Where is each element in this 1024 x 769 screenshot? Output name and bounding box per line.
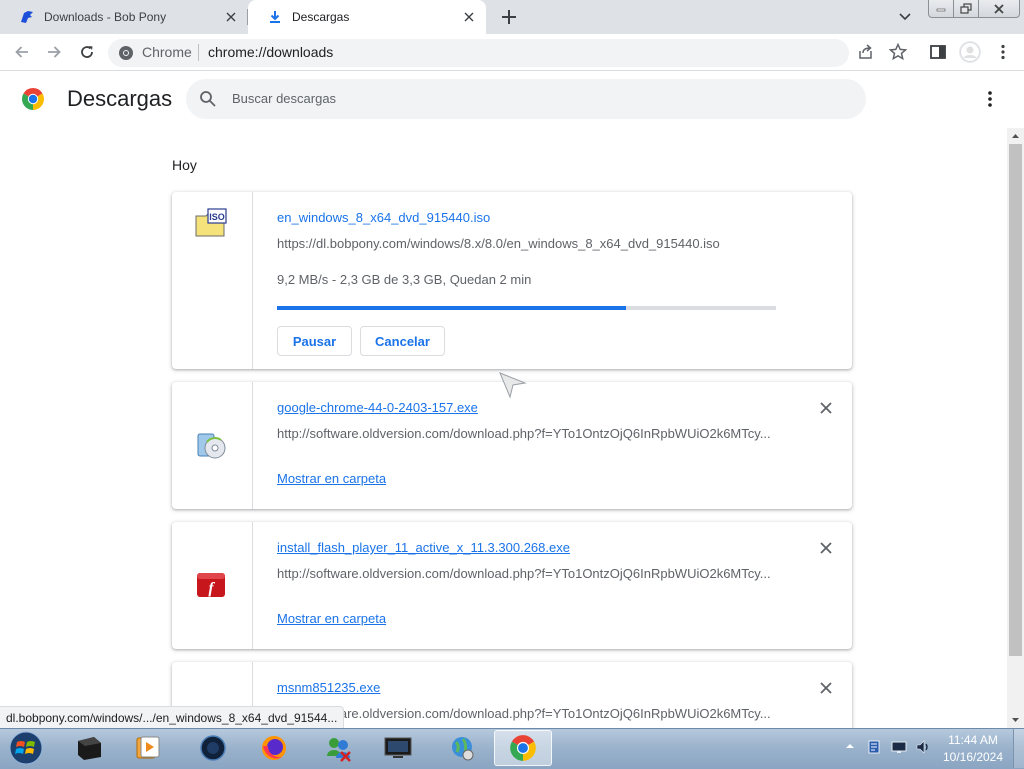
forward-button[interactable]	[44, 42, 64, 62]
minimize-button[interactable]	[928, 0, 954, 18]
download-item: ISO en_windows_8_x64_dvd_915440.iso http…	[172, 192, 852, 369]
volume-icon[interactable]	[915, 739, 931, 755]
profile-avatar[interactable]	[959, 41, 981, 63]
omnibox-url[interactable]: chrome://downloads	[208, 44, 333, 60]
search-icon	[199, 90, 217, 108]
file-name-link[interactable]: msnm851235.exe	[277, 680, 380, 695]
scroll-thumb[interactable]	[1009, 144, 1022, 656]
more-actions-icon[interactable]	[981, 89, 999, 109]
cancel-button[interactable]: Cancelar	[360, 326, 445, 356]
date-header: Hoy	[172, 157, 197, 173]
show-desktop-button[interactable]	[1013, 729, 1024, 768]
clock-date[interactable]: 10/16/2024	[940, 750, 1006, 764]
file-url: http://software.oldversion.com/download.…	[277, 706, 771, 721]
remove-item-icon[interactable]	[818, 540, 834, 556]
close-tab-icon[interactable]	[461, 9, 477, 25]
tab-descargas[interactable]: Descargas	[248, 0, 486, 34]
installer-cd-icon	[194, 428, 228, 462]
tab-search-chevron-icon[interactable]	[896, 8, 914, 26]
search-input[interactable]	[232, 86, 832, 110]
link-status-bubble: dl.bobpony.com/windows/.../en_windows_8_…	[0, 706, 345, 730]
remove-item-icon[interactable]	[818, 680, 834, 696]
file-url: https://dl.bobpony.com/windows/8.x/8.0/e…	[277, 236, 720, 251]
close-tab-icon[interactable]	[223, 9, 239, 25]
bob-pony-favicon-icon	[19, 9, 35, 25]
file-name-link[interactable]: google-chrome-44-0-2403-157.exe	[277, 400, 478, 415]
file-name-link[interactable]: en_windows_8_x64_dvd_915440.iso	[277, 210, 490, 225]
chrome-site-icon[interactable]	[118, 45, 134, 61]
file-name-link[interactable]: install_flash_player_11_active_x_11.3.30…	[277, 540, 570, 555]
firefox-taskbar-icon[interactable]	[252, 730, 296, 766]
clock-time[interactable]: 11:44 AM	[944, 733, 1002, 747]
iso-file-icon: ISO	[194, 206, 228, 240]
dark-circle-app-taskbar-icon[interactable]	[191, 730, 235, 766]
svg-text:ISO: ISO	[209, 212, 225, 222]
remove-item-icon[interactable]	[818, 400, 834, 416]
file-url: http://software.oldversion.com/download.…	[277, 566, 771, 581]
restore-button[interactable]	[953, 0, 979, 18]
scroll-down-arrow-icon[interactable]	[1007, 712, 1024, 728]
new-tab-button[interactable]	[499, 7, 519, 27]
google-chrome-taskbar-icon[interactable]	[494, 730, 552, 766]
progress-fill	[277, 306, 627, 310]
progress-bar	[277, 306, 776, 310]
pause-button[interactable]: Pausar	[277, 326, 352, 356]
internet-globe-taskbar-icon[interactable]	[440, 730, 484, 766]
file-url: http://software.oldversion.com/download.…	[277, 426, 771, 441]
tab-title: Downloads - Bob Pony	[44, 10, 167, 24]
bookmark-star-icon[interactable]	[889, 43, 907, 61]
media-center-monitor-taskbar-icon[interactable]	[376, 730, 420, 766]
show-hidden-icons-icon[interactable]	[845, 741, 855, 751]
action-center-flag-icon[interactable]	[866, 739, 882, 755]
tab-bob-pony[interactable]: Downloads - Bob Pony	[0, 0, 248, 34]
flash-player-icon: f	[194, 568, 228, 602]
download-status: 9,2 MB/s - 2,3 GB de 3,3 GB, Quedan 2 mi…	[277, 272, 532, 287]
show-in-folder-link[interactable]: Mostrar en carpeta	[277, 471, 386, 486]
mouse-cursor-icon	[498, 370, 528, 400]
reload-button[interactable]	[77, 42, 97, 62]
start-button[interactable]	[6, 730, 46, 766]
windows-media-player-taskbar-icon[interactable]	[126, 730, 170, 766]
page-title: Descargas	[67, 86, 173, 111]
side-panel-icon[interactable]	[929, 43, 947, 61]
chrome-menu-icon[interactable]	[994, 43, 1012, 61]
omnibox-site-label: Chrome	[142, 44, 192, 60]
close-window-button[interactable]	[978, 0, 1020, 18]
omnibox-divider	[198, 44, 199, 61]
tab-title: Descargas	[292, 10, 350, 24]
download-item: google-chrome-44-0-2403-157.exe http://s…	[172, 382, 852, 509]
show-in-folder-link[interactable]: Mostrar en carpeta	[277, 611, 386, 626]
chrome-logo-icon	[21, 87, 45, 111]
share-icon[interactable]	[857, 43, 875, 61]
windows-live-messenger-taskbar-icon[interactable]	[316, 730, 360, 766]
download-icon	[267, 9, 283, 25]
download-item: f install_flash_player_11_active_x_11.3.…	[172, 522, 852, 649]
scroll-up-arrow-icon[interactable]	[1007, 128, 1024, 144]
back-button[interactable]	[12, 42, 32, 62]
network-icon[interactable]	[891, 739, 907, 755]
windows-media-center-taskbar-icon[interactable]	[67, 730, 111, 766]
